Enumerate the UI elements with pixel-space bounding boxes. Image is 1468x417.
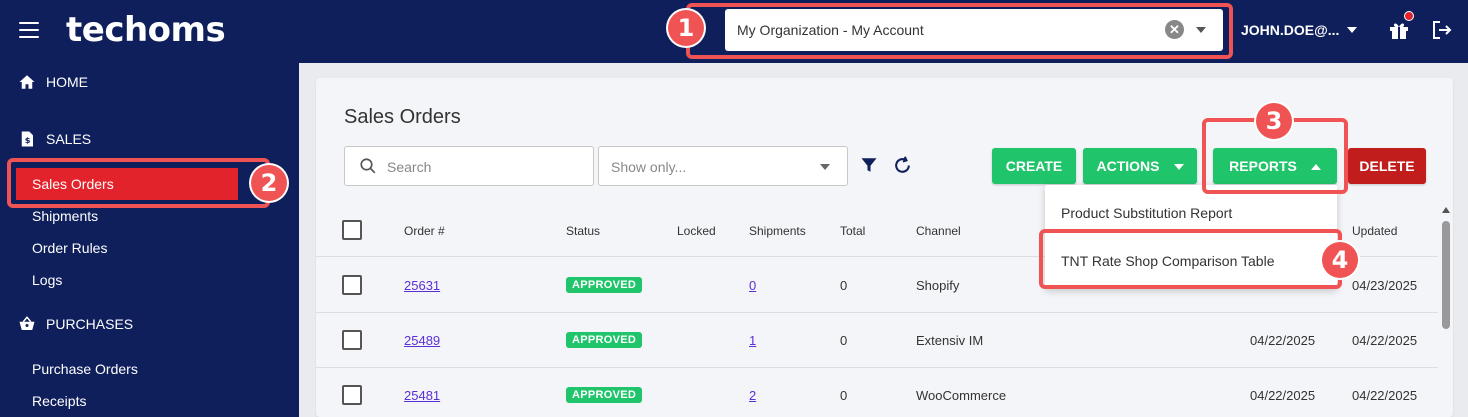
show-only-select[interactable]: Show only...	[598, 146, 848, 186]
sidebar-item-order-rules[interactable]: Order Rules	[32, 240, 107, 256]
shipments-link[interactable]: 1	[749, 333, 756, 348]
status-badge: APPROVED	[566, 277, 643, 293]
date-value: 04/22/2025	[1250, 333, 1316, 348]
annotation-highlight-4	[1039, 229, 1342, 289]
basket-icon	[19, 316, 35, 330]
column-header-locked[interactable]: Locked	[677, 224, 716, 238]
sidebar-purchases-label: PURCHASES	[46, 316, 134, 332]
total-value: 0	[840, 388, 848, 403]
scroll-up-icon[interactable]	[1442, 207, 1450, 213]
annotation-highlight-1	[686, 3, 1233, 59]
order-link[interactable]: 25631	[404, 278, 440, 293]
status-badge: APPROVED	[566, 387, 643, 403]
total-value: 0	[840, 333, 848, 348]
svg-text:$: $	[25, 135, 31, 145]
column-header-channel[interactable]: Channel	[916, 224, 961, 238]
column-header-order[interactable]: Order #	[404, 224, 445, 238]
logout-icon[interactable]	[1430, 18, 1454, 42]
show-only-placeholder: Show only...	[611, 159, 687, 175]
menu-item-product-substitution-report[interactable]: Product Substitution Report	[1061, 205, 1232, 221]
row-checkbox[interactable]	[342, 385, 362, 405]
select-all-checkbox[interactable]	[342, 220, 362, 240]
sidebar-sales-label: SALES	[46, 131, 92, 147]
date-value: 04/22/2025	[1250, 388, 1316, 403]
row-checkbox[interactable]	[342, 330, 362, 350]
column-header-updated[interactable]: Updated	[1352, 224, 1397, 238]
sidebar-item-receipts[interactable]: Receipts	[32, 393, 86, 409]
chevron-down-icon	[1173, 164, 1184, 171]
annotation-number-1: 1	[668, 10, 704, 46]
total-value: 0	[840, 278, 848, 293]
column-header-shipments[interactable]: Shipments	[749, 224, 806, 238]
search-input[interactable]: Search	[344, 146, 594, 186]
sidebar-section-purchases[interactable]: PURCHASES	[18, 315, 133, 333]
updated-value: 04/23/2025	[1352, 278, 1418, 293]
column-header-total[interactable]: Total	[840, 224, 865, 238]
chevron-down-icon	[820, 164, 830, 170]
page-title: Sales Orders	[344, 106, 461, 128]
annotation-number-3: 3	[1256, 103, 1292, 139]
logo[interactable]: techoms	[66, 10, 226, 50]
user-menu[interactable]: JOHN.DOE@...	[1241, 22, 1339, 38]
annotation-highlight-2	[7, 158, 270, 208]
scrollbar-thumb[interactable]	[1442, 221, 1450, 329]
annotation-number-2: 2	[251, 165, 287, 201]
sidebar-home-label: HOME	[46, 74, 88, 90]
sidebar-item-shipments[interactable]: Shipments	[32, 208, 98, 224]
order-link[interactable]: 25489	[404, 333, 440, 348]
shipments-link[interactable]: 0	[749, 278, 756, 293]
order-link[interactable]: 25481	[404, 388, 440, 403]
search-placeholder: Search	[387, 159, 432, 175]
row-checkbox[interactable]	[342, 275, 362, 295]
column-header-status[interactable]: Status	[566, 224, 600, 238]
sidebar-item-home[interactable]: HOME	[18, 73, 88, 91]
search-icon	[360, 158, 376, 174]
sidebar: HOME $ SALES Sales Orders Shipments Orde…	[0, 63, 299, 417]
sidebar-item-logs[interactable]: Logs	[32, 272, 62, 288]
user-chevron-down-icon[interactable]	[1347, 27, 1357, 33]
actions-button[interactable]: ACTIONS	[1083, 148, 1197, 184]
sales-icon: $	[21, 131, 33, 147]
shipments-link[interactable]: 2	[749, 388, 756, 403]
sidebar-item-purchase-orders[interactable]: Purchase Orders	[32, 361, 138, 377]
refresh-icon[interactable]	[893, 156, 912, 175]
annotation-number-4: 4	[1322, 242, 1358, 278]
updated-value: 04/22/2025	[1352, 388, 1418, 403]
create-button[interactable]: CREATE	[992, 148, 1076, 184]
delete-button[interactable]: DELETE	[1348, 148, 1426, 184]
channel-value: WooCommerce	[916, 388, 1007, 403]
status-badge: APPROVED	[566, 332, 643, 348]
channel-value: Shopify	[916, 278, 960, 293]
menu-icon[interactable]	[19, 22, 39, 38]
sidebar-section-sales[interactable]: $ SALES	[18, 130, 91, 148]
home-icon	[19, 75, 35, 89]
gift-icon[interactable]	[1387, 18, 1411, 42]
filter-icon[interactable]	[860, 156, 878, 174]
notification-dot	[1404, 11, 1414, 21]
channel-value: Extensiv IM	[916, 333, 984, 348]
updated-value: 04/22/2025	[1352, 333, 1418, 348]
actions-label: ACTIONS	[1096, 158, 1160, 174]
